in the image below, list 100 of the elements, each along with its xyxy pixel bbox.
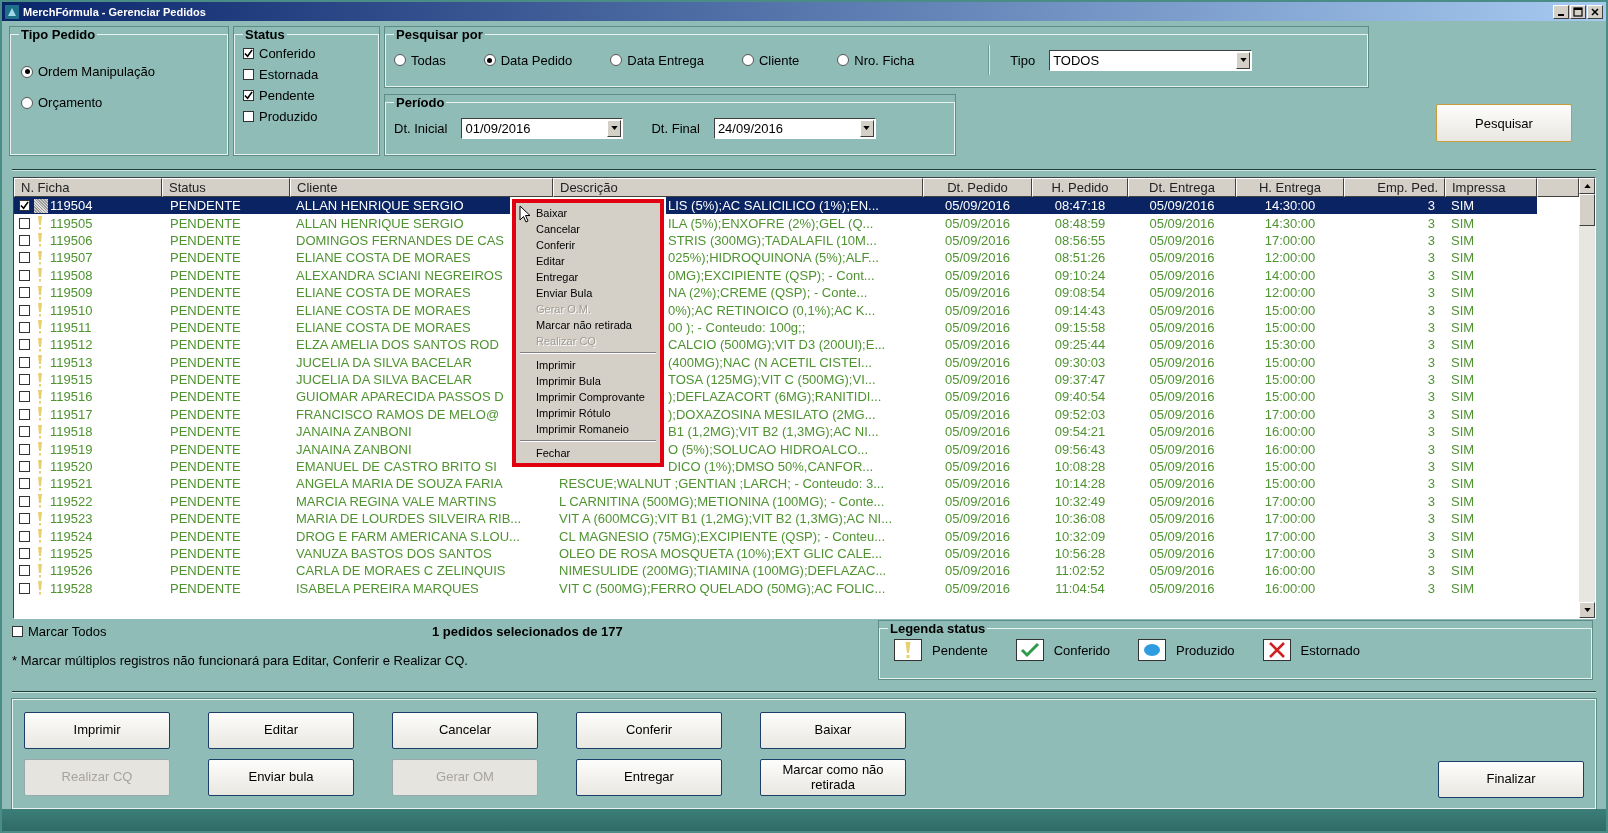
table-cell[interactable]: 119520 — [48, 457, 162, 476]
table-cell[interactable]: 119515 — [48, 370, 162, 389]
action-button[interactable]: Editar — [208, 712, 354, 749]
menu-item[interactable]: Baixar — [516, 205, 660, 221]
maximize-button[interactable] — [1570, 4, 1586, 19]
row-checkbox[interactable] — [19, 356, 30, 368]
table-cell[interactable]: 119507 — [48, 249, 162, 267]
row-checkbox[interactable] — [19, 391, 30, 403]
finish-button[interactable]: Finalizar — [1438, 761, 1584, 798]
radio-button[interactable] — [483, 54, 496, 66]
column-header[interactable]: Emp. Ped. — [1344, 178, 1445, 197]
minimize-button[interactable] — [1553, 4, 1569, 19]
row-checkbox[interactable] — [19, 495, 30, 507]
menu-item[interactable]: Imprimir — [516, 357, 660, 373]
row-checkbox[interactable] — [19, 513, 30, 525]
table-cell[interactable]: 119516 — [48, 388, 162, 406]
menu-item[interactable]: Imprimir Bula — [516, 373, 660, 389]
menu-item[interactable]: Entregar — [516, 269, 660, 285]
column-header[interactable]: Dt. Entrega — [1128, 178, 1236, 197]
row-header[interactable] — [14, 197, 48, 215]
row-checkbox[interactable] — [19, 548, 30, 559]
row-checkbox[interactable] — [19, 200, 30, 212]
action-button[interactable]: Enviar bula — [208, 759, 354, 796]
row-checkbox[interactable] — [19, 234, 30, 246]
table-cell[interactable]: 119522 — [48, 492, 162, 511]
column-header[interactable]: N. Ficha — [14, 178, 162, 197]
radio-button[interactable] — [21, 96, 33, 109]
menu-item[interactable]: Imprimir Romaneio — [516, 421, 660, 437]
table-cell[interactable]: 119523 — [48, 510, 162, 528]
table-cell[interactable]: 119509 — [48, 283, 162, 302]
row-checkbox[interactable] — [19, 321, 30, 333]
table-cell[interactable]: 119526 — [48, 562, 162, 580]
scroll-up-button[interactable] — [1579, 178, 1595, 194]
row-checkbox[interactable] — [19, 408, 30, 420]
row-checkbox[interactable] — [19, 443, 30, 455]
action-button[interactable]: Entregar — [576, 759, 722, 796]
table-cell[interactable]: 119513 — [48, 353, 162, 371]
row-checkbox[interactable] — [19, 217, 30, 229]
menu-item[interactable]: Enviar Bula — [516, 285, 660, 301]
table-cell[interactable]: 119517 — [48, 405, 162, 424]
scrollbar[interactable] — [1579, 178, 1595, 618]
column-header[interactable]: Dt. Pedido — [923, 178, 1032, 197]
table-cell[interactable]: 119519 — [48, 440, 162, 458]
column-header[interactable]: H. Entrega — [1236, 178, 1344, 197]
date-field[interactable]: 24/09/2016 — [713, 117, 876, 139]
menu-item[interactable]: Fechar — [516, 445, 660, 461]
table-cell[interactable]: 119521 — [48, 475, 162, 493]
row-checkbox[interactable] — [19, 426, 30, 438]
scroll-thumb[interactable] — [1579, 194, 1595, 226]
row-checkbox[interactable] — [19, 252, 30, 264]
table-cell[interactable]: 119511 — [48, 318, 162, 337]
table-cell[interactable]: 119512 — [48, 336, 162, 354]
table-cell[interactable]: 119505 — [48, 214, 162, 232]
checkbox[interactable] — [243, 90, 254, 101]
row-checkbox[interactable] — [19, 461, 30, 473]
table-cell[interactable]: 119506 — [48, 231, 162, 250]
table-cell[interactable]: 119504 — [48, 197, 162, 215]
column-header[interactable]: Cliente — [290, 178, 553, 197]
table-cell[interactable]: 119524 — [48, 527, 162, 545]
row-checkbox[interactable] — [19, 478, 30, 490]
search-button[interactable]: Pesquisar — [1436, 104, 1572, 142]
row-checkbox[interactable] — [19, 582, 30, 594]
column-header[interactable]: Impressa — [1445, 178, 1537, 197]
row-checkbox[interactable] — [19, 339, 30, 351]
row-checkbox[interactable] — [19, 287, 30, 299]
table-cell[interactable]: 119518 — [48, 423, 162, 441]
table-cell[interactable]: 119508 — [48, 266, 162, 284]
radio-button[interactable] — [837, 54, 850, 66]
table-cell[interactable]: 119510 — [48, 301, 162, 319]
checkbox[interactable] — [243, 48, 254, 59]
row-checkbox[interactable] — [19, 269, 30, 281]
menu-item[interactable]: Imprimir Rótulo — [516, 405, 660, 421]
row-checkbox[interactable] — [19, 530, 30, 542]
column-header[interactable]: Descrição — [553, 178, 923, 197]
checkbox[interactable] — [243, 111, 254, 122]
close-button[interactable] — [1587, 4, 1603, 19]
checkbox[interactable] — [12, 626, 23, 637]
action-button[interactable]: Imprimir — [24, 712, 170, 749]
action-button[interactable]: Conferir — [576, 712, 722, 749]
radio-button[interactable] — [21, 65, 33, 78]
scroll-down-button[interactable] — [1579, 602, 1595, 618]
radio-button[interactable] — [394, 54, 406, 66]
row-checkbox[interactable] — [19, 304, 30, 316]
column-header[interactable]: Status — [162, 178, 290, 197]
action-button[interactable]: Baixar — [760, 712, 906, 749]
column-header[interactable]: H. Pedido — [1032, 178, 1128, 197]
menu-item[interactable]: Conferir — [516, 237, 660, 253]
menu-item[interactable]: Editar — [516, 253, 660, 269]
menu-item[interactable]: Imprimir Comprovante — [516, 389, 660, 405]
radio-button[interactable] — [610, 54, 623, 66]
checkbox[interactable] — [243, 69, 254, 80]
menu-item[interactable]: Marcar não retirada — [516, 317, 660, 333]
radio-button[interactable] — [741, 54, 754, 66]
table-cell[interactable]: 119528 — [48, 579, 162, 597]
date-field[interactable]: 01/09/2016 — [461, 117, 624, 139]
row-checkbox[interactable] — [19, 374, 30, 386]
action-button[interactable]: Marcar como não retirada — [760, 759, 906, 796]
menu-item[interactable]: Cancelar — [516, 221, 660, 237]
row-checkbox[interactable] — [19, 565, 30, 577]
table-cell[interactable]: 119525 — [48, 544, 162, 563]
